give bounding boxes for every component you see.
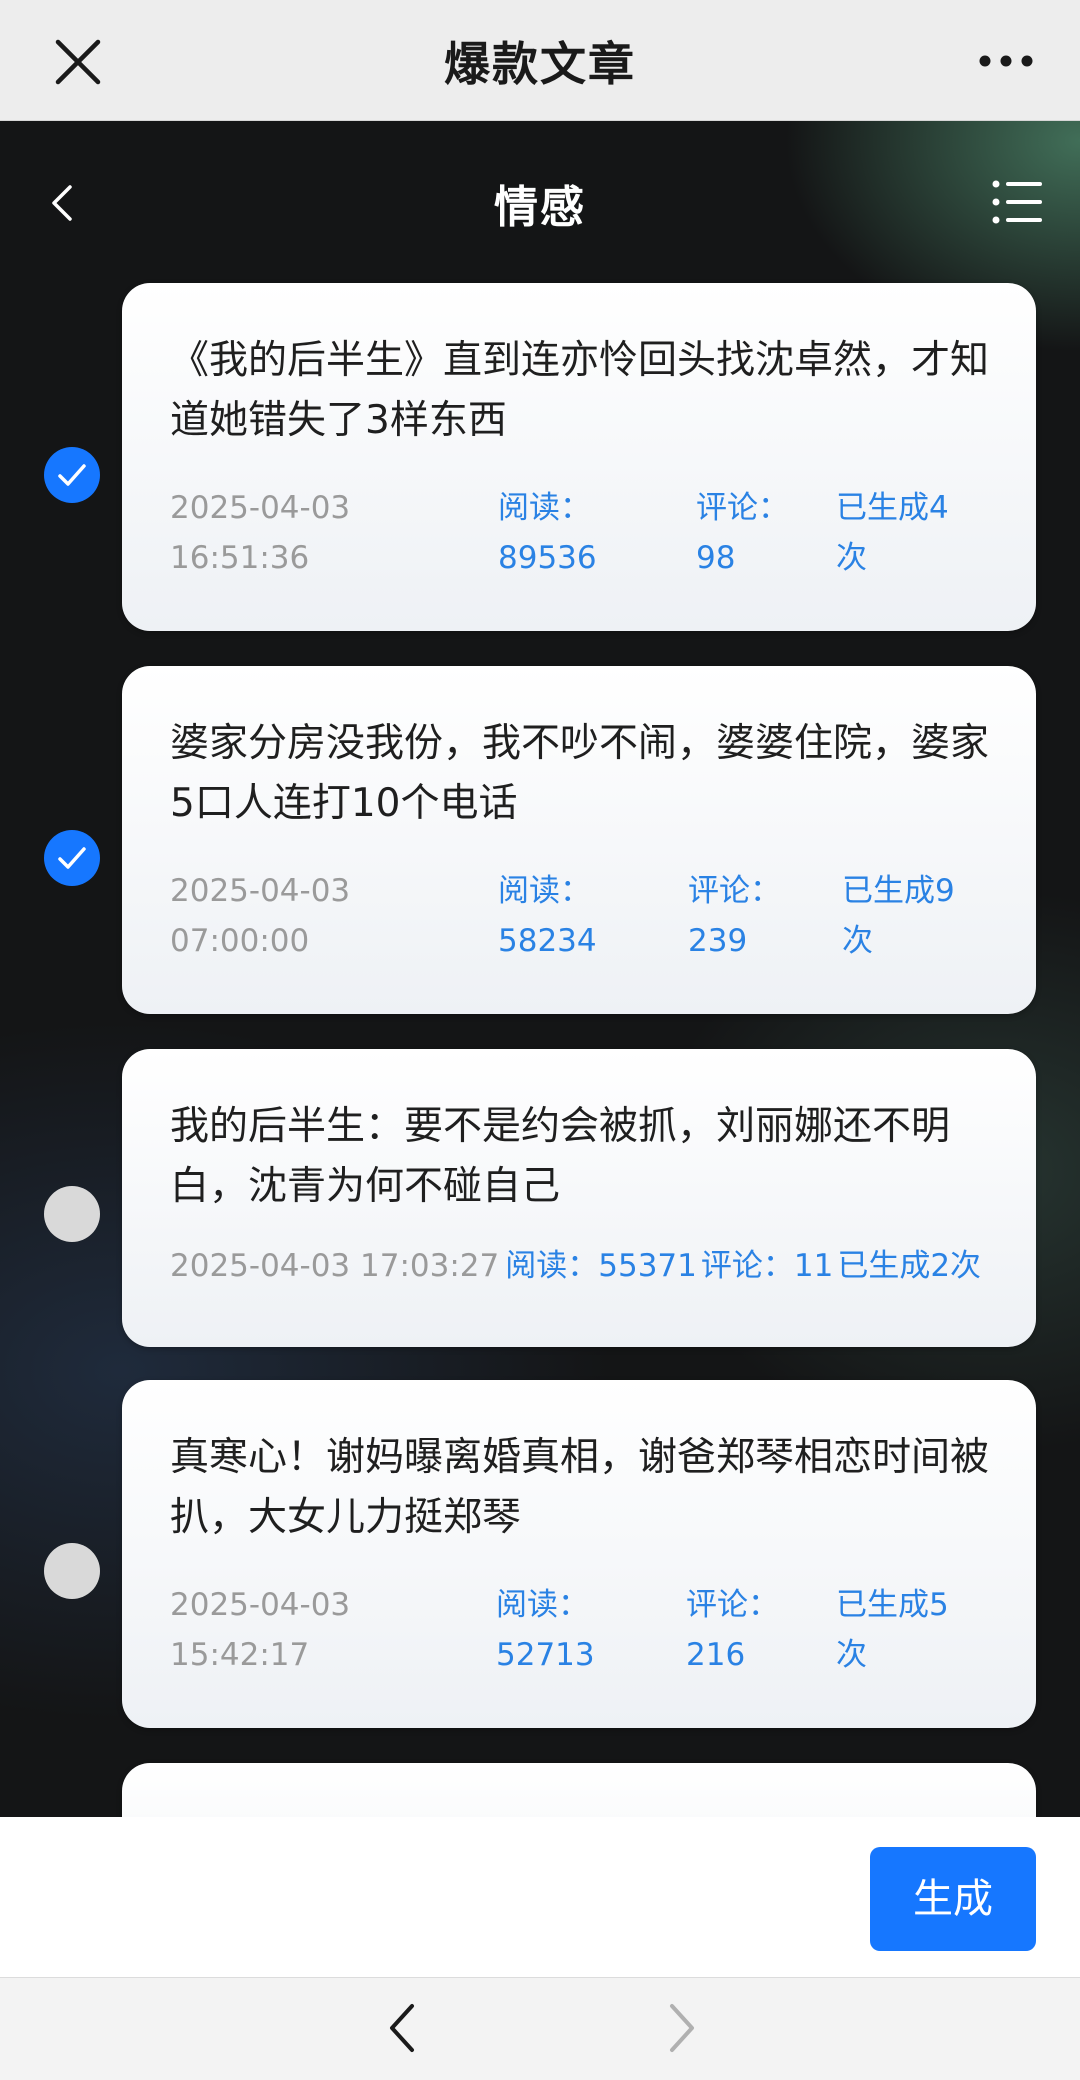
reads-count: 52713	[496, 1637, 595, 1673]
article-list-area[interactable]: 情感 《我的后半生》直到连亦怜回头找沈卓然，才知道她错失了3样东西 2025-0…	[0, 121, 1080, 1817]
reads-count: 58234	[498, 923, 597, 959]
generated-count: 已生成5	[836, 1587, 949, 1623]
article-datetime: 2025-04-03 17:03:27	[170, 1248, 500, 1284]
reads-count: 89536	[498, 540, 597, 576]
comments-label: 评论：	[688, 873, 781, 909]
comments-count: 98	[696, 540, 736, 576]
reads-label: 阅读：	[498, 873, 591, 909]
reads-count: 阅读：55371	[505, 1248, 697, 1284]
browser-nav-bar	[0, 1977, 1080, 2080]
reads-label: 阅读：	[498, 490, 591, 526]
generated-unit: 次	[842, 923, 873, 959]
generated-count: 已生成9	[842, 873, 955, 909]
comments-count: 216	[686, 1637, 746, 1673]
unselected-checkbox[interactable]	[44, 1543, 100, 1599]
article-date: 2025-04-03	[170, 873, 351, 909]
comments-count: 评论：11	[700, 1248, 834, 1284]
reads-label: 阅读：	[496, 1587, 589, 1623]
article-card[interactable]: 《我的后半生》直到连亦怜回头找沈卓然，才知道她错失了3样东西 2025-04-0…	[122, 283, 1036, 631]
comments-label: 评论：	[696, 490, 789, 526]
action-bar: 生成	[0, 1817, 1080, 1977]
article-date: 2025-04-03	[170, 490, 351, 526]
selected-checkbox[interactable]	[44, 830, 100, 886]
list-icon[interactable]	[992, 179, 1042, 225]
selected-checkbox[interactable]	[44, 447, 100, 503]
article-time: 15:42:17	[170, 1637, 310, 1673]
article-meta: 2025-04-03 17:03:27 阅读：55371 评论：11 已生成2次	[170, 1241, 1016, 1291]
top-bar: 爆款文章	[0, 0, 1080, 121]
generated-unit: 次	[836, 540, 867, 576]
category-title: 情感	[494, 182, 586, 233]
article-title: 婆家分房没我份，我不吵不闹，婆婆住院，婆家5口人连打10个电话	[170, 721, 990, 826]
category-header: 情感	[0, 121, 1080, 281]
article-date: 2025-04-03	[170, 1587, 351, 1623]
nav-back-icon[interactable]	[384, 2000, 420, 2056]
article-card[interactable]: 真寒心！谢妈曝离婚真相，谢爸郑琴相恋时间被扒，大女儿力挺郑琴 2025-04-0…	[122, 1380, 1036, 1728]
article-time: 16:51:36	[170, 540, 310, 576]
article-title: 我的后半生：要不是约会被抓，刘丽娜还不明白，沈青为何不碰自己	[170, 1104, 951, 1209]
generated-unit: 次	[836, 1637, 867, 1673]
article-title: 《我的后半生》直到连亦怜回头找沈卓然，才知道她错失了3样东西	[170, 338, 990, 443]
article-card[interactable]	[122, 1763, 1036, 1817]
checkmark-icon	[58, 464, 86, 486]
generated-count: 已生成2次	[837, 1248, 982, 1284]
comments-label: 评论：	[686, 1587, 779, 1623]
article-card[interactable]: 我的后半生：要不是约会被抓，刘丽娜还不明白，沈青为何不碰自己 2025-04-0…	[122, 1049, 1036, 1347]
comments-count: 239	[688, 923, 748, 959]
checkmark-icon	[58, 847, 86, 869]
more-dots-icon[interactable]	[978, 46, 1034, 76]
page-title: 爆款文章	[444, 37, 636, 91]
article-title: 真寒心！谢妈曝离婚真相，谢爸郑琴相恋时间被扒，大女儿力挺郑琴	[170, 1435, 990, 1540]
nav-forward-icon[interactable]	[664, 2000, 700, 2056]
generate-button[interactable]: 生成	[870, 1847, 1036, 1951]
article-time: 07:00:00	[170, 923, 310, 959]
unselected-checkbox[interactable]	[44, 1186, 100, 1242]
generated-count: 已生成4	[836, 490, 949, 526]
article-card[interactable]: 婆家分房没我份，我不吵不闹，婆婆住院，婆家5口人连打10个电话 2025-04-…	[122, 666, 1036, 1014]
